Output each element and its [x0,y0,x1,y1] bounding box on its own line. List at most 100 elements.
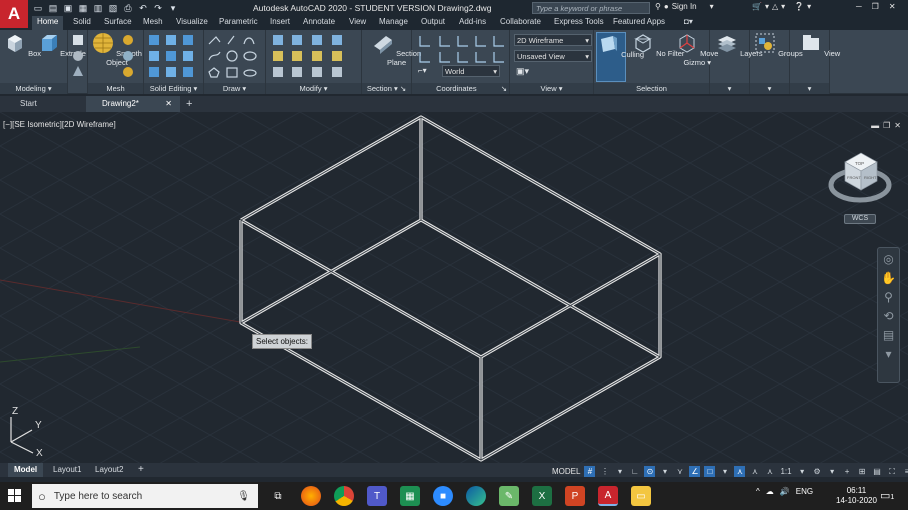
new-file-icon[interactable]: ▭ [32,2,44,14]
object-snap-icon[interactable]: □ [704,465,716,477]
showmotion-icon[interactable]: ▤ [881,328,896,343]
quick-properties-icon[interactable]: ▤ [872,466,883,477]
ucs-icon[interactable]: ⌐▾ [418,66,427,75]
chrome-icon[interactable] [334,486,354,506]
minimize-icon[interactable]: ─ [856,2,862,11]
start-tab[interactable]: Start [0,96,86,112]
tab-output[interactable]: Output [421,17,445,26]
workspace-gear-icon[interactable]: ⚙ [812,466,823,477]
auto-scale-icon[interactable]: ⋏ [749,466,760,477]
panel-mesh-label[interactable]: Mesh [88,83,143,94]
panel-coordinates-label[interactable]: Coordinates ↘ [412,83,509,94]
cart-icon[interactable]: 🛒 [752,2,762,11]
autocad-taskbar-icon[interactable]: A [598,486,618,506]
tab-parametric[interactable]: Parametric [219,17,258,26]
tab-add-ins[interactable]: Add-ins [459,17,486,26]
tab-solid[interactable]: Solid [73,17,91,26]
annotation-monitor-icon[interactable]: + [842,466,853,477]
excel-icon[interactable]: X [532,486,552,506]
tab-view[interactable]: View [349,17,366,26]
ribbon-display-toggle-icon[interactable]: ◘▾ [684,17,693,26]
snap-dropdown-icon[interactable]: ▾ [614,466,625,477]
viewport-minimize-icon[interactable]: ▬ [871,121,879,130]
web-mobile-icon[interactable]: ▥ [92,2,104,14]
help-search-input[interactable]: Type a keyword or phrase [532,2,650,14]
osnap-dropdown-icon[interactable]: ▾ [719,466,730,477]
viewport-controls-label[interactable]: [−][SE Isometric][2D Wireframe] [3,120,116,129]
viewport-config-icon[interactable]: ▣▾ [516,66,529,77]
network-icon[interactable]: ☁ [766,487,774,496]
clean-screen-icon[interactable]: ⛶ [887,466,898,477]
groups-expand-icon[interactable]: ▾ [750,83,789,94]
notification-center-icon[interactable]: ▭1 [880,489,894,502]
clock[interactable]: 06:11 14-10-2020 [836,486,877,506]
redo-icon[interactable]: ↷ [152,2,164,14]
ucs-tools-row2-icon[interactable] [418,50,508,64]
open-file-icon[interactable]: ▤ [47,2,59,14]
viewport-restore-icon[interactable]: ❐ [883,121,890,130]
file-explorer-icon[interactable]: ▭ [631,486,651,506]
help-icon[interactable]: ❔ [794,2,804,11]
tab-insert[interactable]: Insert [270,17,290,26]
drawing-tab[interactable]: Drawing2* ✕ [86,96,180,112]
zoom-app-icon[interactable]: ■ [433,486,453,506]
qat-dropdown-icon[interactable]: ▾ [167,2,179,14]
cart-dropdown-icon[interactable]: ▾ [765,2,769,11]
tab-visualize[interactable]: Visualize [176,17,208,26]
isometric-drafting-icon[interactable]: ⋎ [674,466,685,477]
drawing-viewport[interactable]: Z Y X TOP FRONT RIGHT [−][SE Isometric][… [0,112,908,463]
grid-display-icon[interactable]: # [584,465,596,477]
input-language[interactable]: ENG [796,487,813,496]
customization-icon[interactable]: ≡ [902,466,908,477]
save-as-icon[interactable]: ▦ [77,2,89,14]
tab-collaborate[interactable]: Collaborate [500,17,541,26]
connect-dropdown-icon[interactable]: ▾ [781,2,785,11]
view-expand-icon[interactable]: ▾ [790,83,829,94]
panel-solid-editing-label[interactable]: Solid Editing ▾ [144,83,203,94]
ucs-tools-icon[interactable] [418,34,508,48]
connect-icon[interactable]: △ [772,2,778,11]
help-dropdown-icon[interactable]: ▾ [807,2,811,11]
sign-in-link[interactable]: Sign In [672,2,697,11]
modeling-tools-icon[interactable] [72,34,84,78]
steering-wheel-icon[interactable]: ◎ [881,252,896,267]
panel-draw-label[interactable]: Draw ▾ [204,83,265,94]
volume-icon[interactable]: 🔊 [780,487,790,496]
task-view-icon[interactable]: ⧉ [268,486,288,506]
close-tab-icon[interactable]: ✕ [165,96,172,112]
wcs-menu[interactable]: WCS [844,214,876,224]
sign-in-dropdown-icon[interactable]: ▾ [710,2,714,11]
taskbar-search-input[interactable]: ○ Type here to search 🎙 [32,484,258,508]
undo-icon[interactable]: ↶ [137,2,149,14]
panel-selection-label[interactable]: Selection [594,83,709,94]
close-icon[interactable]: ✕ [889,2,896,11]
tab-surface[interactable]: Surface [104,17,132,26]
tab-mesh[interactable]: Mesh [143,17,163,26]
draw-tools-icon[interactable] [208,34,264,78]
annotation-scale-icon[interactable]: ⋏ [764,466,775,477]
new-tab-button[interactable]: + [184,96,192,112]
modify-tools-icon[interactable] [272,34,358,78]
powerpoint-icon[interactable]: P [565,486,585,506]
layers-expand-icon[interactable]: ▾ [710,83,749,94]
snap-mode-icon[interactable]: ⋮ [599,466,610,477]
drawing-canvas[interactable]: Z Y X TOP FRONT RIGHT [0,112,908,463]
zoom-icon[interactable]: ⚲ [881,290,896,305]
teams-icon[interactable]: T [367,486,387,506]
panel-section-label[interactable]: Section ▾ ↘ [362,83,411,94]
saved-view-dropdown[interactable]: Unsaved View ▾ [514,50,592,62]
tab-model[interactable]: Model [8,463,44,477]
notepad-icon[interactable]: ✎ [499,486,519,506]
save-icon[interactable]: ▣ [62,2,74,14]
tab-featured-apps[interactable]: Featured Apps [613,17,665,26]
navbar-menu-icon[interactable]: ▾ [881,347,896,362]
culling-button[interactable]: Culling [596,32,644,82]
polar-dropdown-icon[interactable]: ▾ [659,466,670,477]
object-snap-tracking-icon[interactable]: ∠ [689,465,701,477]
edge-icon[interactable] [466,486,486,506]
solid-editing-tools-icon[interactable] [148,34,200,78]
workspace-dropdown-icon[interactable]: ▾ [827,466,838,477]
microphone-icon[interactable]: 🎙 [237,491,250,502]
application-menu-button[interactable]: A [0,0,28,28]
tab-annotate[interactable]: Annotate [303,17,335,26]
